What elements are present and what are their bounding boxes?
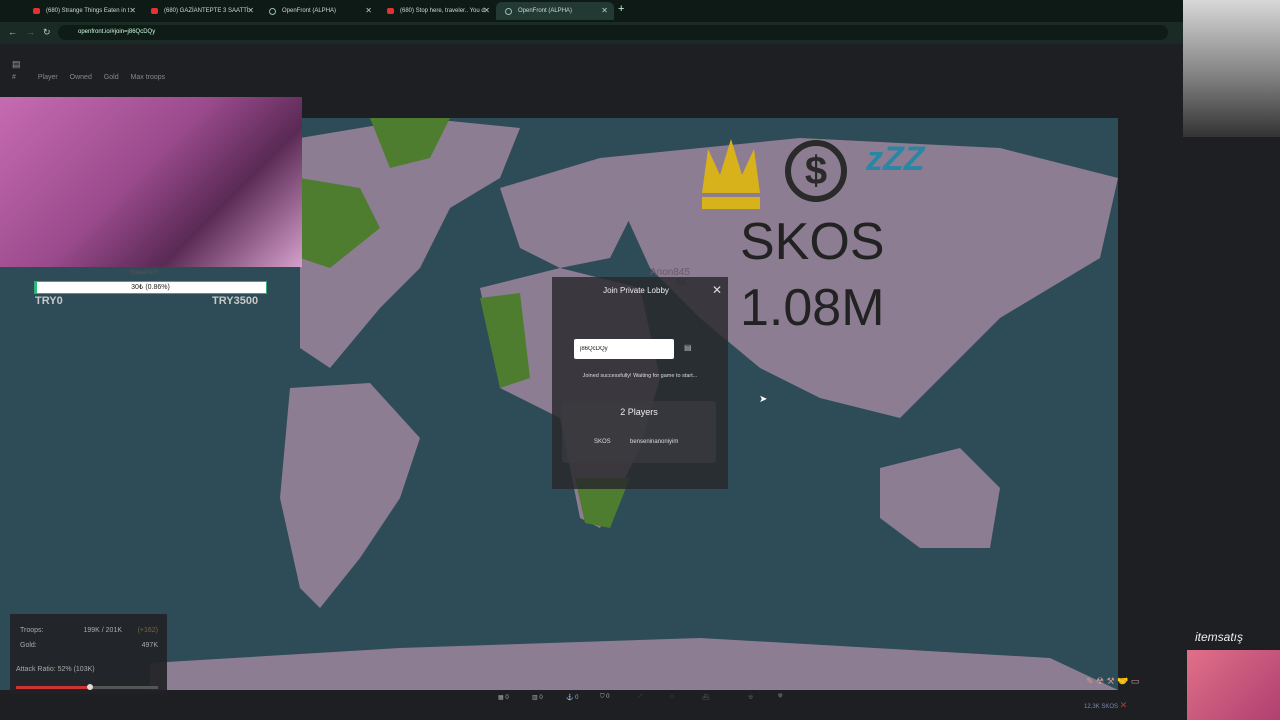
browser-tab-2[interactable]: (680) GAZİANTEPTE 3 SAATTİ ✕ [142, 2, 260, 20]
player-tag: 12.3K SKOS ✕ [1084, 700, 1127, 711]
players-panel: 2 Players SKOS benseninanoniyim [562, 401, 716, 463]
col-player[interactable]: Player [38, 74, 58, 81]
attack-ratio-slider[interactable] [16, 684, 158, 690]
sleep-zzz-icon: zZZ [866, 140, 925, 178]
mouse-cursor-icon: ➤ [759, 394, 768, 405]
gold-value: 497K [141, 642, 158, 649]
city-count: 0 [505, 695, 509, 701]
silo-icon[interactable]: ⌂ [670, 694, 674, 700]
join-private-lobby-modal: Join Private Lobby ✕ ▤ Joined successful… [552, 277, 728, 489]
modal-title: Join Private Lobby [603, 286, 669, 295]
donation-goal: TRY3500 [212, 295, 259, 307]
globe-icon [269, 8, 276, 15]
donation-label: Kuşaklık!!! [130, 270, 158, 276]
close-icon[interactable]: ✕ [483, 2, 490, 20]
city-build-button[interactable]: ▦ 0 [498, 694, 509, 701]
shield-icon[interactable]: ⛊ [778, 694, 783, 701]
leaderboard-header: # Player Owned Gold Max troops [12, 74, 175, 81]
col-gold[interactable]: Gold [104, 74, 119, 81]
browser-tab-1[interactable]: (680) Strange Things Eaten in t ✕ [24, 2, 142, 20]
factory-count: 0 [539, 695, 543, 701]
browser-tab-4[interactable]: (680) Stop here, traveler.. You d ✕ [378, 2, 496, 20]
tab-title: (680) Stop here, traveler.. You d [400, 8, 485, 14]
youtube-icon [33, 8, 40, 14]
attack-ratio-fill [16, 686, 90, 689]
youtube-icon [387, 8, 394, 14]
sponsor-logo: itemsatış [1195, 630, 1244, 644]
close-icon[interactable]: ✕ [129, 2, 136, 20]
defense-build-button[interactable]: ⛉ 0 [600, 694, 610, 701]
gold-label: Gold: [20, 642, 37, 649]
leaderboard-toggle-icon[interactable]: ▤ [12, 59, 21, 70]
col-owned[interactable]: Owned [70, 74, 92, 81]
gold-row: Gold: 497K [20, 642, 158, 649]
url-field[interactable]: openfront.io/#join=j86QcDQy [58, 25, 1168, 40]
player-name: benseninanoniyim [630, 439, 679, 445]
close-icon[interactable]: ✕ [601, 2, 608, 20]
missile-icon[interactable]: ⟋ [638, 694, 642, 701]
url-text: openfront.io/#join=j86QcDQy [78, 29, 156, 35]
back-icon[interactable]: ← [8, 27, 17, 37]
close-icon[interactable]: ✕ [712, 283, 722, 297]
tab-title: OpenFront (ALPHA) [282, 8, 337, 14]
portrait-overlay-image [1183, 0, 1280, 137]
col-max-troops[interactable]: Max troops [131, 74, 166, 81]
troops-label: Troops: [20, 627, 44, 634]
browser-tab-3[interactable]: OpenFront (ALPHA) ✕ [260, 2, 378, 20]
emoji-tools-icon[interactable]: ✎ ☢ ⚒ 🤝 ▭ [1086, 676, 1139, 687]
tab-title: OpenFront (ALPHA) [518, 8, 573, 14]
close-icon[interactable]: ✕ [365, 2, 372, 20]
player-name: SKOS [594, 439, 611, 445]
troops-delta: (+162) [137, 627, 158, 634]
coin-symbol: $ [804, 149, 828, 193]
port-count: 0 [575, 695, 579, 701]
new-tab-button[interactable]: + [618, 3, 624, 15]
port-build-button[interactable]: ⚓ 0 [566, 694, 578, 701]
tab-title: (680) Strange Things Eaten in t [46, 8, 130, 14]
cat-overlay-image [1187, 650, 1280, 720]
close-icon[interactable]: ✕ [1120, 700, 1128, 710]
globe-icon [505, 8, 512, 15]
player-tag-text: 12.3K SKOS [1084, 704, 1119, 710]
forward-icon[interactable]: → [26, 27, 35, 37]
attack-ratio-label: Attack Ratio: 52% (103K) [16, 666, 95, 673]
gold-coin-icon: $ [785, 140, 847, 202]
players-count: 2 Players [620, 407, 658, 417]
paste-icon[interactable]: ▤ [684, 343, 696, 355]
defense-count: 0 [606, 694, 610, 700]
nuke-icon[interactable]: ☢ [748, 694, 753, 701]
tab-title: (680) GAZİANTEPTE 3 SAATTİ [164, 8, 249, 14]
lobby-id-input[interactable] [574, 339, 674, 359]
troops-value: 199K / 201K [83, 627, 122, 634]
factory-build-button[interactable]: ▥ 0 [532, 694, 543, 701]
tab-strip: (680) Strange Things Eaten in t ✕ (680) … [0, 0, 1280, 22]
crown-icon [702, 139, 760, 209]
join-status-message: Joined successfully! Waiting for game to… [582, 373, 698, 379]
build-toolbar: ▦ 0 ▥ 0 ⚓ 0 ⛉ 0 ⟋ ⌂ ⛴ ☢ ⛊ [490, 694, 800, 708]
col-rank: # [12, 74, 16, 81]
streamer-webcam [0, 97, 302, 267]
troops-row: Troops: 199K / 201K (+162) [20, 627, 158, 634]
donation-min: TRY0 [35, 295, 63, 307]
warship-icon[interactable]: ⛴ [702, 694, 710, 701]
player-stats-panel: Troops: 199K / 201K (+162) Gold: 497K At… [10, 614, 167, 694]
attack-ratio-handle[interactable] [86, 684, 93, 690]
browser-tab-5-active[interactable]: OpenFront (ALPHA) ✕ [496, 2, 614, 20]
reload-icon[interactable]: ↻ [43, 27, 51, 38]
leader-value: 1.08M [740, 279, 885, 337]
donation-progress-bar: 30₺ (0.86%) [34, 281, 267, 294]
close-icon[interactable]: ✕ [247, 2, 254, 20]
leader-name: SKOS [740, 213, 885, 271]
youtube-icon [151, 8, 158, 14]
donation-progress-text: 30₺ (0.86%) [131, 284, 170, 291]
